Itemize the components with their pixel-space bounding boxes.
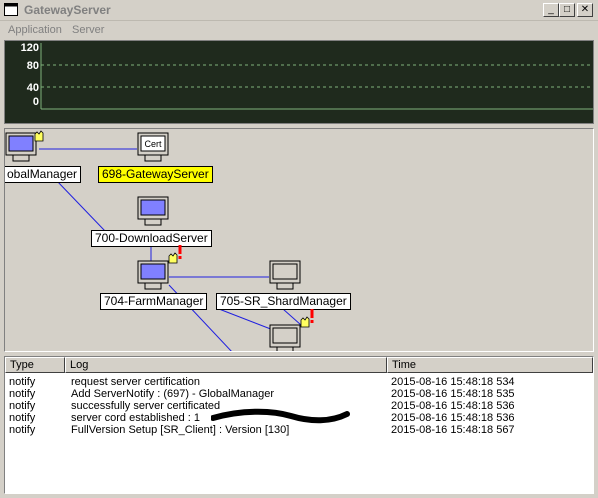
log-header: Type Log Time: [5, 357, 593, 373]
log-type: notify: [9, 376, 36, 388]
node-label-download-server[interactable]: 700-DownloadServer: [91, 230, 212, 247]
server-topology-view[interactable]: obalManager Cert 698-GatewayServer 700-D…: [4, 128, 594, 352]
log-time: 2015-08-16 15:48:18 536: [391, 412, 515, 424]
log-time: 2015-08-16 15:48:18 534: [391, 376, 515, 388]
cert-label: Cert: [144, 139, 162, 149]
menu-application[interactable]: Application: [8, 24, 62, 36]
minimize-icon: _: [548, 4, 554, 15]
column-header-log[interactable]: Log: [65, 357, 387, 373]
app-icon: [4, 3, 18, 16]
traffic-graph: 120 80 40 0: [4, 40, 594, 124]
log-time: 2015-08-16 15:48:18 535: [391, 388, 515, 400]
column-header-type[interactable]: Type: [5, 357, 65, 373]
node-label-farm-manager[interactable]: 704-FarmManager: [100, 293, 208, 310]
computer-icon[interactable]: [137, 259, 171, 293]
computer-icon[interactable]: [269, 323, 303, 352]
node-label-shard-manager[interactable]: 705-SR_ShardManager: [216, 293, 351, 310]
log-message: Add ServerNotify : (697) - GlobalManager: [71, 388, 274, 400]
log-list[interactable]: Type Log Time notify request server cert…: [4, 356, 594, 494]
close-button[interactable]: ✕: [577, 3, 593, 17]
log-type: notify: [9, 388, 36, 400]
redaction-scribble: [211, 408, 350, 424]
computer-icon[interactable]: [269, 259, 303, 293]
computer-icon[interactable]: [137, 195, 171, 229]
computer-icon[interactable]: Cert: [137, 131, 171, 165]
close-icon: ✕: [580, 4, 590, 15]
maximize-button[interactable]: □: [559, 3, 575, 17]
log-message: successfully server certificated: [71, 400, 221, 412]
log-type: notify: [9, 400, 36, 412]
log-time: 2015-08-16 15:48:18 567: [391, 424, 515, 436]
column-header-time[interactable]: Time: [387, 357, 593, 373]
menu-server[interactable]: Server: [72, 24, 104, 36]
maximize-icon: □: [563, 4, 571, 15]
graph-plot: [40, 43, 593, 110]
log-time: 2015-08-16 15:48:18 536: [391, 400, 515, 412]
menu-bar: Application Server: [0, 21, 598, 40]
node-label-gateway-server[interactable]: 698-GatewayServer: [98, 166, 213, 183]
window-title: GatewayServer: [24, 3, 111, 17]
graph-ylabel-0: 0: [32, 96, 39, 108]
graph-ylabel-40: 40: [26, 82, 39, 94]
wave-hand-icon: [34, 130, 44, 142]
title-bar: GatewayServer _ □ ✕: [0, 0, 598, 21]
minimize-button[interactable]: _: [543, 3, 559, 17]
node-label-global-manager[interactable]: obalManager: [5, 166, 82, 183]
graph-ylabel-120: 120: [20, 42, 39, 54]
log-message: server cord established : 1: [71, 412, 201, 424]
log-type: notify: [9, 424, 36, 436]
alert-icon: [310, 309, 314, 323]
log-message: request server certification: [71, 376, 200, 388]
alert-icon: [178, 245, 182, 259]
graph-ylabel-80: 80: [26, 60, 39, 72]
log-type: notify: [9, 412, 36, 424]
